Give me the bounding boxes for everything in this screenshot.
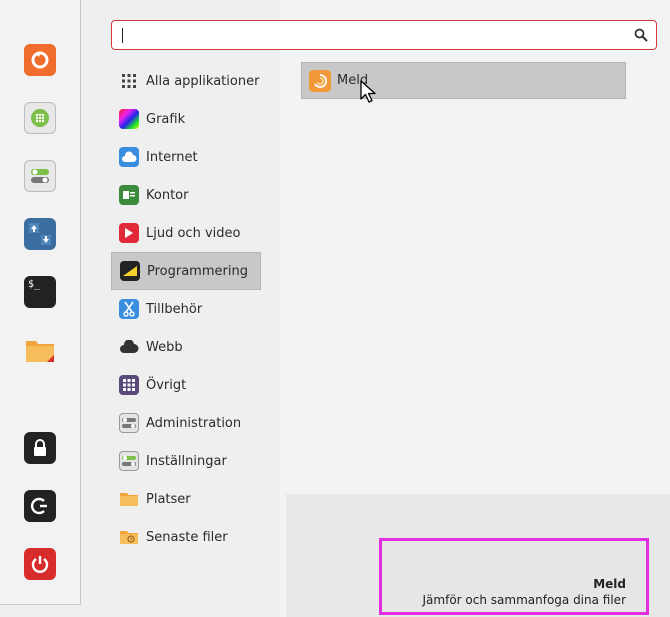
lock-icon[interactable]: [24, 432, 56, 464]
category-list: Alla applikationer Grafik Internet Konto…: [111, 62, 261, 556]
category-label: Senaste filer: [146, 529, 228, 545]
grid-dots-icon: [119, 71, 139, 91]
category-label: Webb: [146, 339, 183, 355]
text-caret: [122, 28, 123, 43]
category-label: Internet: [146, 149, 198, 165]
category-recent-files[interactable]: Senaste filer: [111, 518, 261, 556]
settings-toggles-icon: [119, 451, 139, 471]
category-programming[interactable]: Programmering: [111, 252, 261, 290]
play-icon: [119, 223, 139, 243]
category-other[interactable]: Övrigt: [111, 366, 261, 404]
category-places[interactable]: Platser: [111, 480, 261, 518]
graphics-icon: [119, 109, 139, 129]
category-label: Programmering: [147, 263, 248, 279]
cloud-icon: [119, 147, 139, 167]
category-sound-video[interactable]: Ljud och video: [111, 214, 261, 252]
description-text: Jämför och sammanfoga dina filer: [422, 593, 626, 607]
category-web[interactable]: Webb: [111, 328, 261, 366]
category-all-applications[interactable]: Alla applikationer: [111, 62, 261, 100]
recent-folder-icon: [119, 527, 139, 547]
terminal-icon[interactable]: $_: [24, 276, 56, 308]
firefox-icon[interactable]: [24, 44, 56, 76]
logout-icon[interactable]: [24, 490, 56, 522]
favorites-panel: $_: [0, 0, 81, 605]
power-icon[interactable]: [24, 548, 56, 580]
search-input[interactable]: [111, 20, 657, 50]
category-office[interactable]: Kontor: [111, 176, 261, 214]
programming-icon: [120, 261, 140, 281]
update-manager-icon[interactable]: [24, 218, 56, 250]
category-label: Grafik: [146, 111, 186, 127]
category-label: Inställningar: [146, 453, 227, 469]
folder-icon: [119, 489, 139, 509]
category-label: Kontor: [146, 187, 189, 203]
category-label: Tillbehör: [146, 301, 203, 317]
settings-icon[interactable]: [24, 160, 56, 192]
mouse-cursor-icon: [360, 80, 376, 103]
category-internet[interactable]: Internet: [111, 138, 261, 176]
app-grid-icon[interactable]: [24, 102, 56, 134]
meld-icon: [309, 69, 331, 92]
category-graphics[interactable]: Grafik: [111, 100, 261, 138]
folder-icon[interactable]: [24, 334, 56, 366]
category-settings[interactable]: Inställningar: [111, 442, 261, 480]
description-title: Meld: [593, 577, 626, 591]
toggles-icon: [119, 413, 139, 433]
category-label: Alla applikationer: [146, 73, 260, 89]
web-cloud-icon: [119, 337, 139, 357]
category-accessories[interactable]: Tillbehör: [111, 290, 261, 328]
app-description-panel: Meld Jämför och sammanfoga dina filer: [379, 538, 649, 615]
category-label: Övrigt: [146, 377, 187, 393]
category-label: Administration: [146, 415, 242, 431]
app-item-meld[interactable]: Meld: [301, 62, 626, 99]
category-administration[interactable]: Administration: [111, 404, 261, 442]
grid-icon: [119, 375, 139, 395]
category-label: Ljud och video: [146, 225, 241, 241]
office-icon: [119, 185, 139, 205]
category-label: Platser: [146, 491, 191, 507]
scissors-icon: [119, 299, 139, 319]
search-icon: [634, 28, 648, 42]
